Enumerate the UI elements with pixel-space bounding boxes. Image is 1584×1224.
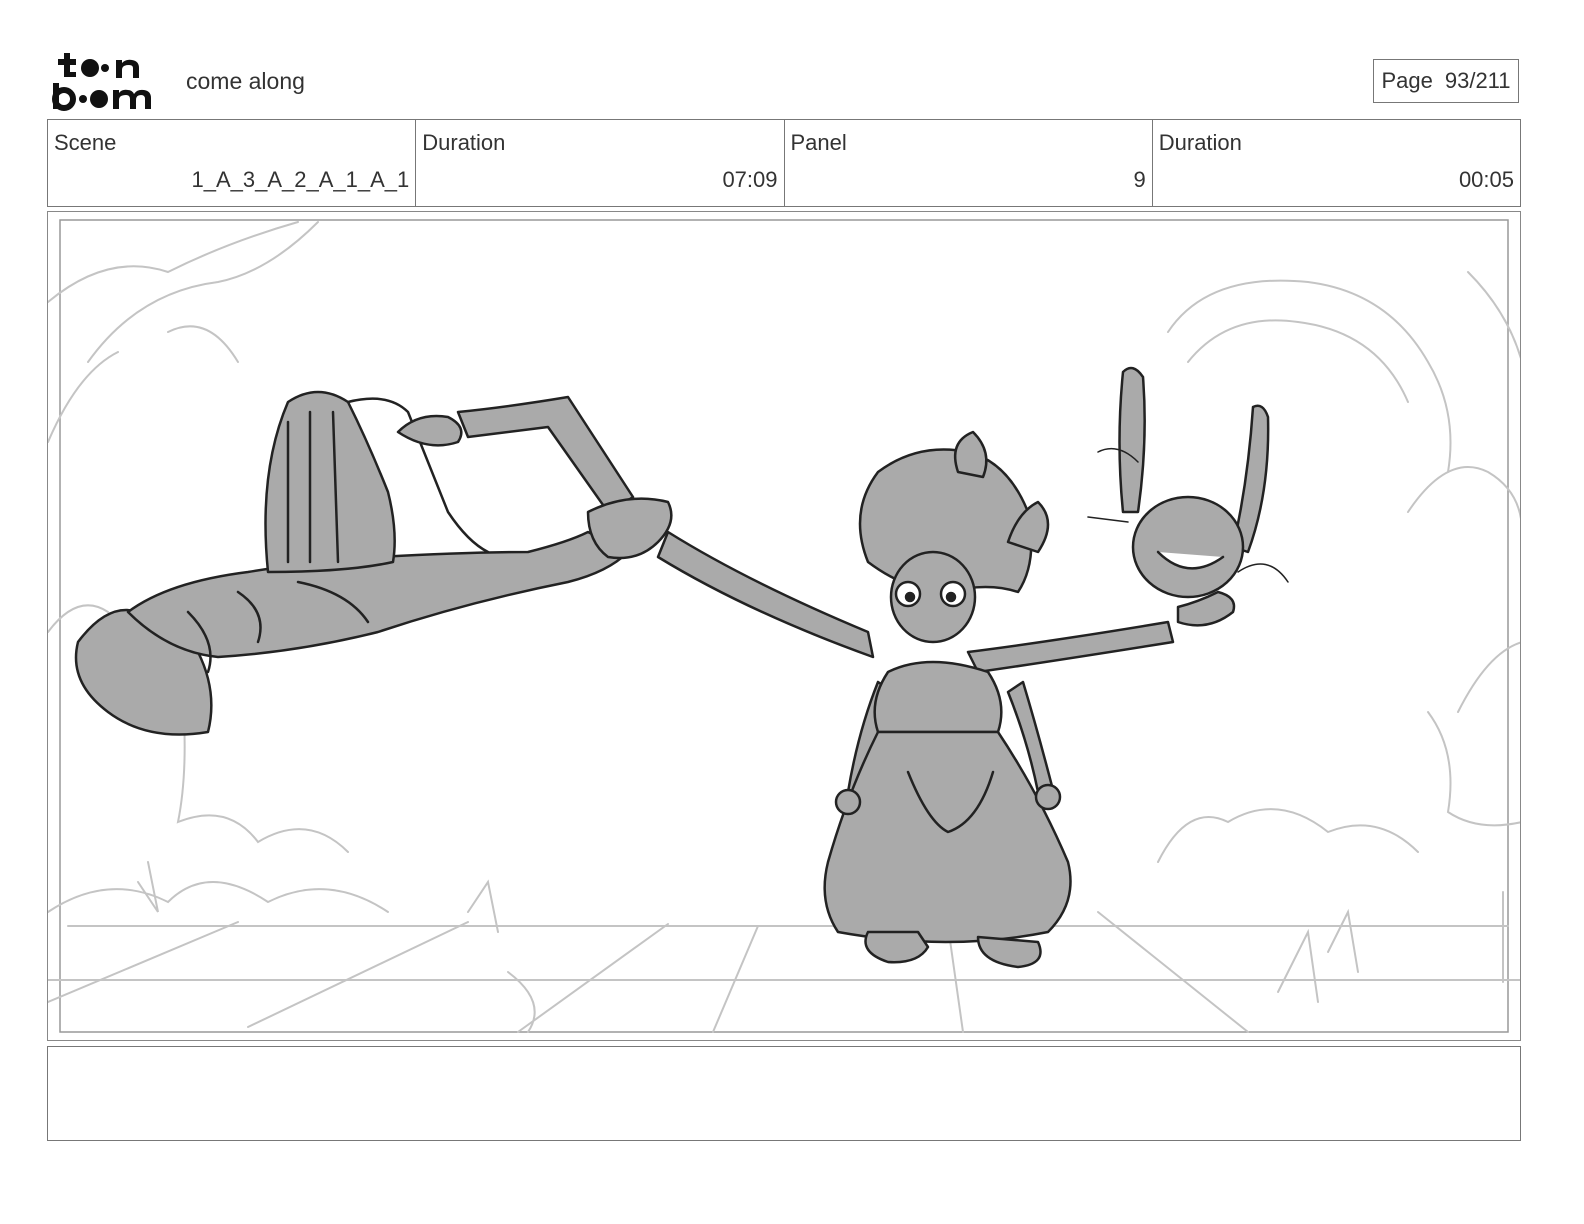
storyboard-panel [47, 211, 1521, 1041]
scene-duration-value: 07:09 [722, 167, 778, 192]
page-number: 93/211 [1444, 68, 1511, 93]
scene-label: Scene [54, 130, 117, 155]
page-indicator: Page 93/211 [1373, 59, 1519, 103]
scene-info-table: Scene 1_A_3_A_2_A_1_A_1 Duration 07:09 P… [47, 119, 1521, 207]
scene-cell: Scene 1_A_3_A_2_A_1_A_1 [48, 120, 417, 206]
panel-cell: Panel 9 [785, 120, 1153, 206]
scene-duration-cell: Duration 07:09 [416, 120, 785, 206]
project-title: come along [186, 68, 305, 94]
panel-duration-value: 00:05 [1458, 167, 1514, 192]
storyboard-sketch-icon [48, 219, 1520, 1033]
panel-duration-label: Duration [1158, 130, 1242, 155]
panel-duration-cell: Duration 00:05 [1153, 120, 1520, 206]
panel-label: Panel [790, 130, 847, 155]
toon-boom-logo-icon [50, 50, 166, 112]
page-label: Page [1381, 68, 1433, 93]
panel-notes [47, 1046, 1521, 1141]
scene-duration-label: Duration [422, 130, 506, 155]
panel-value: 9 [1133, 167, 1146, 192]
scene-value: 1_A_3_A_2_A_1_A_1 [191, 167, 410, 192]
